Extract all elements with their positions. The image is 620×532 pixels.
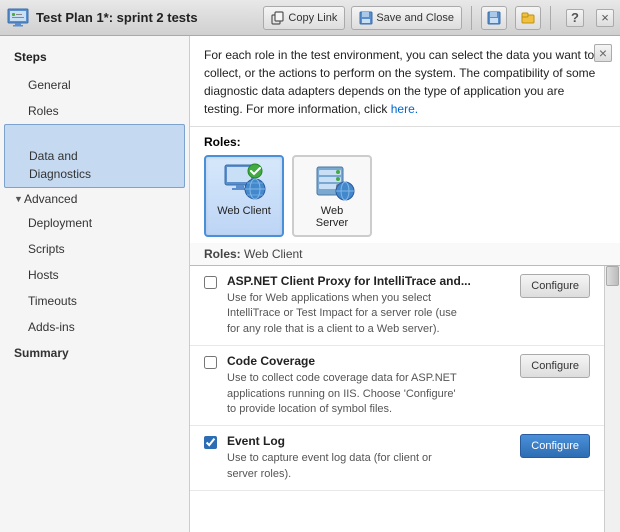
sidebar-header: Steps bbox=[0, 46, 189, 72]
adapter-coverage-title: Code Coverage bbox=[227, 354, 510, 368]
save-close-button[interactable]: Save and Close bbox=[351, 6, 462, 30]
sidebar-item-hosts[interactable]: Hosts bbox=[0, 262, 189, 288]
content-area: For each role in the test environment, y… bbox=[190, 36, 620, 532]
toolbar-separator bbox=[471, 6, 472, 30]
title-icon bbox=[6, 6, 30, 30]
adapters-container: ASP.NET Client Proxy for IntelliTrace an… bbox=[190, 266, 620, 532]
role-card-web-server[interactable]: Web Server bbox=[292, 155, 372, 237]
web-server-icon bbox=[309, 163, 355, 201]
adapter-item-coverage: Code Coverage Use to collect code covera… bbox=[190, 346, 604, 426]
sidebar-item-roles[interactable]: Roles bbox=[0, 98, 189, 124]
adapter-coverage-desc: Use to collect code coverage data for AS… bbox=[227, 371, 510, 417]
info-close-button[interactable]: × bbox=[594, 44, 612, 62]
open-button-icon[interactable] bbox=[515, 6, 541, 30]
help-button[interactable]: ? bbox=[566, 9, 584, 27]
coverage-checkbox[interactable] bbox=[204, 356, 217, 369]
coverage-configure-button[interactable]: Configure bbox=[520, 354, 590, 378]
role-detail-value: Web Client bbox=[244, 247, 302, 261]
scrollbar-track[interactable] bbox=[604, 266, 620, 532]
roles-icons: Web Client bbox=[204, 155, 606, 237]
here-link[interactable]: here. bbox=[391, 102, 418, 116]
aspnet-configure-button[interactable]: Configure bbox=[520, 274, 590, 298]
web-server-label: Web Server bbox=[304, 205, 360, 229]
sidebar-item-general[interactable]: General bbox=[0, 72, 189, 98]
sidebar-item-data-diagnostics[interactable]: Data andDiagnostics bbox=[4, 124, 185, 188]
sidebar: Steps General Roles Data andDiagnostics … bbox=[0, 36, 190, 532]
eventlog-configure-button[interactable]: Configure bbox=[520, 434, 590, 458]
copy-link-button[interactable]: Copy Link bbox=[263, 6, 345, 30]
adapter-aspnet-desc: Use for Web applications when you select… bbox=[227, 291, 510, 337]
adapter-eventlog-title: Event Log bbox=[227, 434, 510, 448]
adapter-item-aspnet: ASP.NET Client Proxy for IntelliTrace an… bbox=[190, 266, 604, 346]
title-bar: Test Plan 1*: sprint 2 tests Copy Link S… bbox=[0, 0, 620, 36]
copy-link-icon bbox=[271, 11, 285, 25]
sidebar-item-summary[interactable]: Summary bbox=[0, 340, 189, 366]
adapter-eventlog-info: Event Log Use to capture event log data … bbox=[227, 434, 510, 482]
sidebar-item-deployment[interactable]: Deployment bbox=[0, 210, 189, 236]
save-button-icon[interactable] bbox=[481, 6, 507, 30]
roles-section: Roles: bbox=[190, 127, 620, 243]
save-disk-icon bbox=[487, 11, 501, 25]
role-detail: Roles: Web Client bbox=[190, 243, 620, 266]
web-client-label: Web Client bbox=[217, 205, 271, 217]
scrollbar-thumb[interactable] bbox=[606, 266, 619, 286]
sidebar-section-advanced[interactable]: ▼ Advanced bbox=[0, 188, 189, 210]
roles-label: Roles: bbox=[204, 135, 606, 149]
main-container: Steps General Roles Data andDiagnostics … bbox=[0, 36, 620, 532]
adapter-aspnet-title: ASP.NET Client Proxy for IntelliTrace an… bbox=[227, 274, 510, 288]
title-text: Test Plan 1*: sprint 2 tests bbox=[36, 10, 257, 25]
expand-icon: ▼ bbox=[14, 194, 24, 204]
adapter-eventlog-desc: Use to capture event log data (for clien… bbox=[227, 451, 510, 482]
sidebar-item-adds-ins[interactable]: Adds-ins bbox=[0, 314, 189, 340]
aspnet-checkbox[interactable] bbox=[204, 276, 217, 289]
window-close-button[interactable]: × bbox=[596, 9, 614, 27]
adapter-aspnet-info: ASP.NET Client Proxy for IntelliTrace an… bbox=[227, 274, 510, 337]
eventlog-checkbox[interactable] bbox=[204, 436, 217, 449]
role-card-web-client[interactable]: Web Client bbox=[204, 155, 284, 237]
adapter-item-eventlog: Event Log Use to capture event log data … bbox=[190, 426, 604, 491]
info-panel: For each role in the test environment, y… bbox=[190, 36, 620, 127]
toolbar-separator2 bbox=[550, 6, 551, 30]
info-text: For each role in the test environment, y… bbox=[204, 48, 595, 116]
folder-icon bbox=[521, 11, 535, 25]
web-client-icon bbox=[221, 163, 267, 201]
role-detail-label: Roles: bbox=[204, 247, 241, 261]
sidebar-item-scripts[interactable]: Scripts bbox=[0, 236, 189, 262]
save-icon bbox=[359, 11, 373, 25]
sidebar-item-timeouts[interactable]: Timeouts bbox=[0, 288, 189, 314]
adapters-list: ASP.NET Client Proxy for IntelliTrace an… bbox=[190, 266, 604, 532]
adapter-coverage-info: Code Coverage Use to collect code covera… bbox=[227, 354, 510, 417]
